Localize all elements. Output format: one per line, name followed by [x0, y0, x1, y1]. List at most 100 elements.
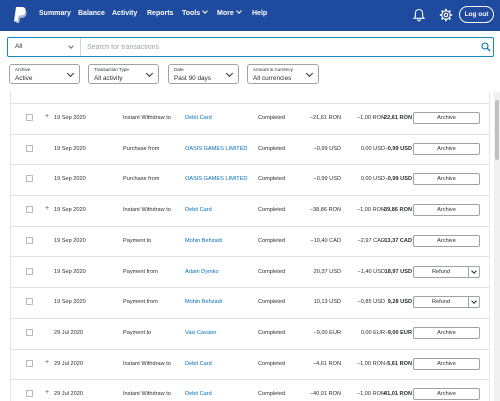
search-scope-select[interactable]: All	[8, 38, 81, 56]
nav-tools[interactable]: Tools	[182, 8, 208, 17]
row-checkbox[interactable]	[26, 236, 33, 244]
row-counterparty-link[interactable]: Adam Dymko	[185, 269, 219, 275]
row-date: 29 Jul 2020	[54, 329, 83, 336]
filter-label: Date	[174, 67, 184, 72]
nav-help[interactable]: Help	[252, 10, 267, 17]
row-net-amount: -39,86 RON	[382, 207, 412, 214]
expand-row-icon[interactable]: +	[45, 113, 49, 120]
table-row[interactable]	[11, 92, 489, 104]
table-row[interactable]: +29 Jul 2020 Instant Withdraw to Debit Car…	[11, 349, 489, 381]
table-row[interactable]: +19 Sep 2020 Instant Withdraw to Debit Car…	[11, 104, 489, 135]
expand-row-icon[interactable]: +	[45, 389, 49, 396]
table-row[interactable]: 19 Sep 2020 Payment from Adam Dymko Complet…	[11, 257, 489, 289]
scrollbar[interactable]	[494, 92, 500, 401]
row-status: Completed	[258, 207, 286, 214]
row-checkbox[interactable]	[26, 206, 33, 214]
nav-more[interactable]: More	[217, 8, 242, 17]
refund-button[interactable]: Refund	[413, 265, 469, 278]
row-gross-amount: −4,61 RON	[312, 360, 341, 367]
row-checkbox[interactable]	[26, 114, 33, 121]
archive-button[interactable]: Archive	[413, 173, 480, 186]
row-net-amount: -0,99 USD	[385, 145, 412, 152]
table-row[interactable]: 19 Sep 2020 Payment from Mohin Behzadi Comp…	[11, 288, 489, 319]
top-nav-bar: Summary Balance Activity Reports Tools M…	[0, 0, 500, 31]
row-gross-amount: −21,61 RON	[309, 115, 341, 121]
row-date: 19 Sep 2020	[54, 145, 86, 152]
row-type: Payment from	[123, 268, 158, 275]
archive-button[interactable]: Archive	[413, 142, 480, 155]
nav-summary[interactable]: Summary	[39, 10, 71, 17]
chevron-down-icon	[305, 69, 314, 78]
row-type: Purchase from	[123, 145, 160, 152]
row-counterparty-link[interactable]: Mohin Behzadi	[185, 299, 222, 305]
paypal-logo-icon[interactable]	[13, 6, 27, 24]
row-counterparty-link[interactable]: Debit Card	[185, 361, 212, 367]
row-counterparty-link[interactable]: Mohin Behzadi	[185, 238, 222, 244]
row-counterparty-link[interactable]: OASIS GAMES LIMITED	[185, 146, 247, 152]
archive-button[interactable]: Archive	[413, 357, 480, 370]
row-gross-amount: 10,13 USD	[313, 299, 341, 306]
row-net-amount: -13,37 CAD	[382, 237, 412, 244]
table-row[interactable]: 29 Jul 2020 Payment to Vasi Cavater Complet…	[11, 318, 489, 350]
row-checkbox[interactable]	[26, 175, 33, 183]
refund-options-button[interactable]	[469, 296, 480, 309]
row-net-amount: -41,01 RON	[382, 391, 412, 398]
row-counterparty-link[interactable]: Debit Card	[185, 391, 212, 397]
row-checkbox[interactable]	[26, 390, 33, 398]
row-checkbox[interactable]	[26, 267, 33, 275]
search-input[interactable]	[87, 38, 477, 56]
row-gross-amount: −40,01 RON	[309, 391, 341, 398]
row-checkbox[interactable]	[26, 328, 33, 336]
row-checkbox[interactable]	[26, 144, 33, 152]
archive-button[interactable]: Archive	[413, 112, 480, 124]
transactions-table: +19 Sep 2020 Instant Withdraw to Debit Car…	[10, 92, 490, 401]
row-checkbox[interactable]	[26, 359, 33, 367]
row-type: Instant Withdraw to	[123, 360, 171, 367]
row-type: Payment from	[123, 299, 158, 306]
logout-button[interactable]: Log out	[459, 6, 494, 23]
row-counterparty-link[interactable]: Debit Card	[185, 115, 212, 121]
search-bar: All	[7, 37, 494, 57]
chevron-down-icon	[145, 69, 154, 78]
notification-bell-icon[interactable]	[412, 8, 426, 22]
row-counterparty-link[interactable]: Vasi Cavater	[185, 330, 217, 336]
gear-icon[interactable]	[439, 8, 453, 22]
nav-activity[interactable]: Activity	[112, 10, 137, 17]
search-icon[interactable]	[481, 42, 491, 52]
archive-button[interactable]: Archive	[413, 204, 480, 217]
archive-button[interactable]: Archive	[413, 388, 480, 401]
expand-row-icon[interactable]: +	[45, 205, 49, 212]
table-row[interactable]: +19 Sep 2020 Instant Withdraw to Debit Car…	[11, 196, 489, 227]
row-type: Purchase from	[123, 176, 160, 183]
filter-amount-currency[interactable]: Amount & Currency All currencies	[247, 64, 319, 84]
row-checkbox[interactable]	[26, 298, 33, 306]
filter-label: Transaction Type	[94, 67, 129, 72]
refund-button[interactable]: Refund	[413, 296, 469, 309]
filter-value: Past 90 days	[174, 75, 211, 82]
chevron-down-icon	[66, 69, 75, 78]
row-gross-amount: 20,37 USD	[313, 268, 341, 275]
scrollbar-thumb[interactable]	[495, 100, 499, 160]
table-row[interactable]: 19 Sep 2020 Purchase from OASIS GAMES LIMI…	[11, 165, 489, 197]
row-date: 19 Sep 2020	[54, 237, 86, 244]
chevron-down-icon	[225, 69, 234, 78]
row-type: Payment to	[123, 329, 152, 336]
filter-archive[interactable]: Archive Active	[9, 64, 80, 84]
archive-button[interactable]: Archive	[413, 234, 480, 247]
nav-reports[interactable]: Reports	[147, 10, 173, 17]
expand-row-icon[interactable]: +	[45, 359, 49, 366]
refund-options-button[interactable]	[469, 265, 480, 278]
row-net-amount: -22,61 RON	[382, 115, 412, 121]
row-counterparty-link[interactable]: Debit Card	[185, 207, 212, 213]
table-row[interactable]: 19 Sep 2020 Payment to Mohin Behzadi Comple…	[11, 226, 489, 258]
row-status: Completed	[258, 268, 286, 275]
filter-value: Active	[15, 75, 33, 82]
archive-button[interactable]: Archive	[413, 326, 480, 339]
row-counterparty-link[interactable]: OASIS GAMES LIMITED	[185, 176, 247, 182]
row-type: Instant Withdraw to	[123, 207, 171, 214]
table-row[interactable]: 19 Sep 2020 Purchase from OASIS GAMES LIMI…	[11, 134, 489, 166]
nav-balance[interactable]: Balance	[78, 10, 105, 17]
filter-transaction-type[interactable]: Transaction Type All activity	[88, 64, 159, 84]
table-row[interactable]: +29 Jul 2020 Instant Withdraw to Debit Car…	[11, 380, 489, 401]
filter-date[interactable]: Date Past 90 days	[168, 64, 239, 84]
